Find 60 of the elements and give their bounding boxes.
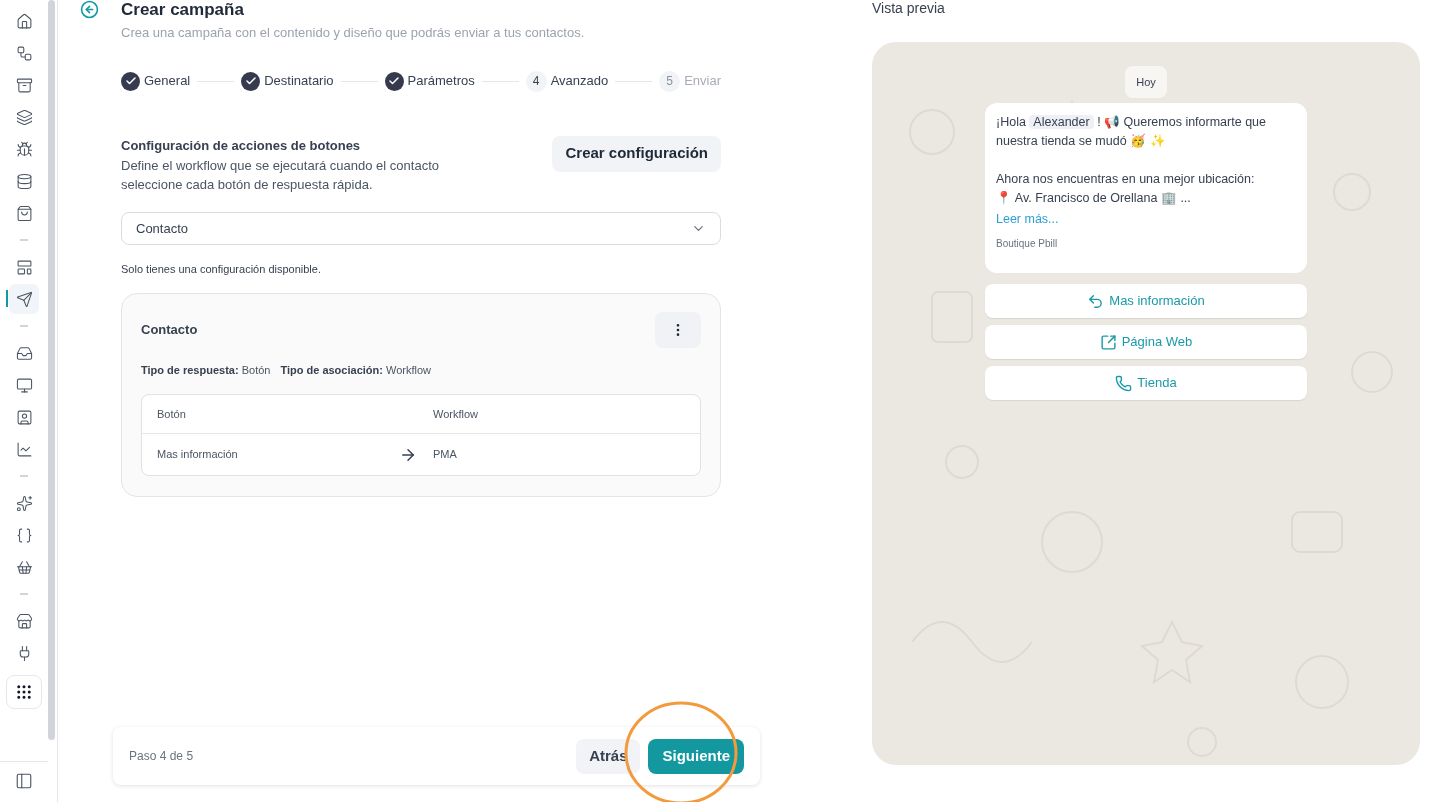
step-label: Avanzado xyxy=(550,72,609,91)
column-header: Workflow xyxy=(433,406,479,422)
back-icon[interactable] xyxy=(80,0,99,19)
phone-icon xyxy=(1115,374,1133,392)
archive-icon xyxy=(15,76,33,94)
database-icon xyxy=(15,172,33,190)
section-description: Define el workflow que se ejecutará cuando el contacto seleccione cada botón de respuesta rápida. xyxy=(121,157,440,194)
sidebar-item[interactable] xyxy=(9,284,39,314)
message-text: 📍 Av. Francisco de Orellana 🏢 ... xyxy=(996,190,1192,207)
monitor-icon xyxy=(15,376,33,394)
quick-reply-button[interactable]: Mas información xyxy=(985,284,1307,318)
step-label: Enviar xyxy=(684,72,722,91)
apps-button[interactable] xyxy=(6,675,42,709)
home-icon xyxy=(15,12,33,30)
next-button[interactable]: Siguiente xyxy=(648,738,744,774)
layers-icon xyxy=(15,108,33,126)
active-indicator xyxy=(6,290,8,307)
quick-reply-button[interactable]: Página Web xyxy=(985,325,1307,359)
table-cell-text: Mas información xyxy=(156,447,239,463)
reply-icon xyxy=(1087,292,1105,310)
config-select[interactable]: Contacto xyxy=(121,212,721,245)
chart-icon xyxy=(15,440,33,458)
step-number: 4 xyxy=(525,70,547,92)
shopping-bag-icon xyxy=(15,204,33,222)
date-chip: Hoy xyxy=(1125,66,1167,98)
step-number: 5 xyxy=(659,70,681,92)
card-title: Contacto xyxy=(141,320,198,339)
step-label: Parámetros xyxy=(407,72,475,91)
read-more-link[interactable]: Leer más... xyxy=(996,210,1296,229)
external-link-icon xyxy=(1099,333,1117,351)
step-counter: Paso 4 de 5 xyxy=(129,748,194,765)
preview-title: Vista previa xyxy=(872,0,946,17)
basket-icon xyxy=(15,558,33,576)
message-text: ¡Hola Alexander ! 📢 Queremos informarte que nuestra tienda se mudó 🥳 ✨ xyxy=(996,114,1267,150)
panel-toggle-icon[interactable] xyxy=(15,772,33,790)
create-config-button[interactable]: Crear configuración xyxy=(552,135,721,172)
send-icon xyxy=(15,290,33,308)
response-type: Tipo de respuesta: Botón xyxy=(141,362,271,378)
sender-name: Boutique Pbill xyxy=(996,237,1059,251)
layout-icon xyxy=(15,258,33,276)
association-type: Tipo de asociación: Workflow xyxy=(280,362,431,378)
contact-icon xyxy=(15,408,33,426)
sparkles-icon xyxy=(15,494,33,512)
table-cell-text: PMA xyxy=(433,447,457,463)
quick-reply-button[interactable]: Tienda xyxy=(985,366,1307,400)
grid-icon xyxy=(15,683,33,701)
section-title: Configuración de acciones de botones xyxy=(121,136,362,155)
store-icon xyxy=(15,612,33,630)
scrollbar[interactable] xyxy=(48,0,55,740)
page-title: Crear campaña xyxy=(121,0,245,20)
inbox-icon xyxy=(15,344,33,362)
workflow-icon xyxy=(15,44,33,62)
message-text: Ahora nos encuentras en una mejor ubicación: xyxy=(996,171,1256,188)
step-label: General xyxy=(144,72,191,91)
bug-icon xyxy=(15,140,33,158)
step-label: Destinatario xyxy=(264,72,334,91)
braces-icon xyxy=(15,526,33,544)
config-note: Solo tienes una configuración disponible. xyxy=(121,262,322,277)
page-subtitle: Crea una campaña con el contenido y diseño que podrás enviar a tus contactos. xyxy=(121,24,586,42)
column-header: Botón xyxy=(156,406,187,422)
